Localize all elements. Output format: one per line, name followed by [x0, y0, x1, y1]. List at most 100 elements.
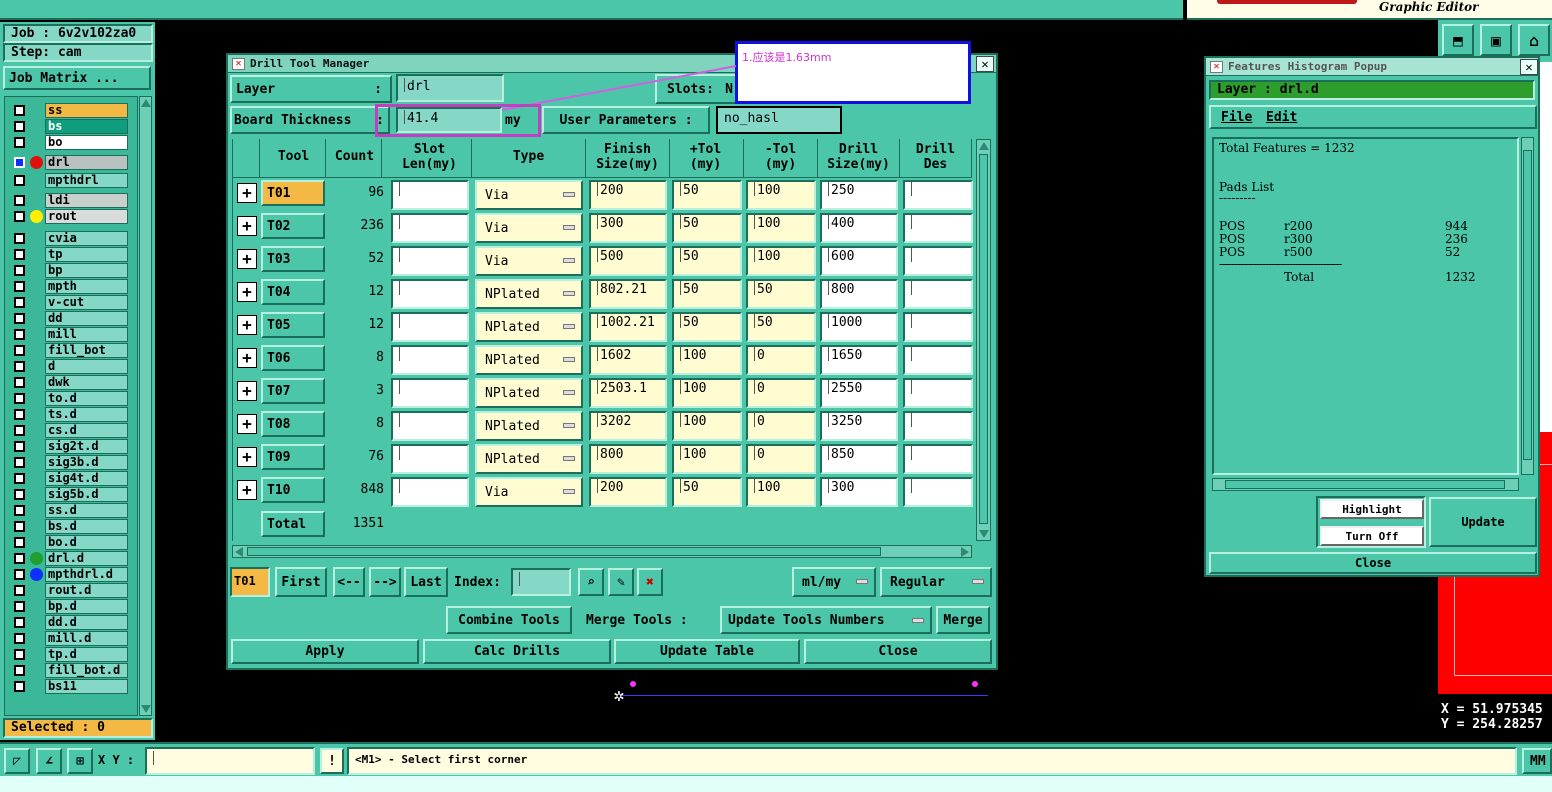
layer-row[interactable]: sig2t.d: [11, 439, 129, 454]
plus-tol-field[interactable]: 50: [672, 312, 742, 342]
histogram-vertical-scrollbar[interactable]: [1521, 137, 1534, 475]
layer-checkbox[interactable]: [14, 409, 25, 420]
layer-checkbox[interactable]: [14, 195, 25, 206]
layer-checkbox[interactable]: [14, 393, 25, 404]
plus-tol-field[interactable]: 100: [672, 378, 742, 408]
layer-checkbox[interactable]: [14, 441, 25, 452]
layer-name[interactable]: rout: [45, 209, 128, 224]
layer-list-scrollbar[interactable]: [139, 96, 152, 716]
layer-name[interactable]: mill.d: [45, 631, 128, 646]
plus-tol-field[interactable]: 50: [672, 180, 742, 210]
layer-name[interactable]: v-cut: [45, 295, 128, 310]
layer-name[interactable]: fill_bot.d: [45, 663, 128, 678]
plus-tol-field[interactable]: 100: [672, 444, 742, 474]
layer-name[interactable]: fill_bot: [45, 343, 128, 358]
user-parameters-field[interactable]: no_hasl: [716, 106, 842, 134]
slot-len-field[interactable]: [391, 411, 469, 441]
layer-row[interactable]: bs.d: [11, 519, 129, 534]
finish-size-field[interactable]: 802.21: [589, 279, 667, 309]
tool-button[interactable]: T02: [261, 213, 325, 239]
layer-row[interactable]: drl.d: [11, 551, 129, 566]
minus-tol-field[interactable]: 100: [746, 180, 816, 210]
close-icon[interactable]: ✕: [976, 56, 994, 72]
layer-row[interactable]: mill.d: [11, 631, 129, 646]
finish-size-field[interactable]: 500: [589, 246, 667, 276]
layer-name[interactable]: d: [45, 359, 128, 374]
layer-checkbox[interactable]: [14, 157, 25, 168]
finish-size-field[interactable]: 1002.21: [589, 312, 667, 342]
plus-tol-field[interactable]: 100: [672, 345, 742, 375]
layer-field[interactable]: drl: [396, 74, 504, 102]
plus-tol-field[interactable]: 100: [672, 411, 742, 441]
finish-size-field[interactable]: 3202: [589, 411, 667, 441]
layer-name[interactable]: tp.d: [45, 647, 128, 662]
layer-name[interactable]: sig3b.d: [45, 455, 128, 470]
minus-tol-field[interactable]: 50: [746, 279, 816, 309]
type-select[interactable]: NPlated: [475, 345, 583, 375]
layer-name[interactable]: bp.d: [45, 599, 128, 614]
tool-button[interactable]: T10: [261, 477, 325, 503]
drill-des-field[interactable]: [903, 213, 973, 243]
tool-button[interactable]: T06: [261, 345, 325, 371]
layer-checkbox[interactable]: [14, 361, 25, 372]
tool-button[interactable]: T05: [261, 312, 325, 338]
mode-select[interactable]: Regular: [880, 567, 992, 597]
alert-icon[interactable]: !: [320, 748, 344, 774]
drill-des-field[interactable]: [903, 312, 973, 342]
layer-row[interactable]: v-cut: [11, 295, 129, 310]
calc-drills-button[interactable]: Calc Drills: [423, 639, 611, 664]
layer-checkbox[interactable]: [14, 329, 25, 340]
layer-row[interactable]: d: [11, 359, 129, 374]
drill-size-field[interactable]: 800: [820, 279, 898, 309]
tool-button[interactable]: T08: [261, 411, 325, 437]
layer-row[interactable]: dd.d: [11, 615, 129, 630]
layer-checkbox[interactable]: [14, 137, 25, 148]
layer-name[interactable]: bs11: [45, 679, 128, 694]
close-icon[interactable]: ✕: [1520, 59, 1538, 75]
expand-row-icon[interactable]: +: [237, 348, 257, 368]
tool-button[interactable]: T04: [261, 279, 325, 305]
type-select[interactable]: NPlated: [475, 444, 583, 474]
layer-row[interactable]: mpthdrl.d: [11, 567, 129, 582]
next-button[interactable]: -->: [369, 567, 401, 597]
layer-name[interactable]: dd.d: [45, 615, 128, 630]
minus-tol-field[interactable]: 0: [746, 378, 816, 408]
combine-tools-button[interactable]: Combine Tools: [446, 606, 572, 634]
type-select[interactable]: NPlated: [475, 279, 583, 309]
layer-name[interactable]: bo: [45, 135, 128, 150]
layer-name[interactable]: ss.d: [45, 503, 128, 518]
layer-row[interactable]: sig4t.d: [11, 471, 129, 486]
prev-button[interactable]: <--: [333, 567, 365, 597]
tool-button[interactable]: T07: [261, 378, 325, 404]
file-menu[interactable]: File: [1221, 110, 1252, 125]
drill-size-field[interactable]: 2550: [820, 378, 898, 408]
layer-name[interactable]: tp: [45, 247, 128, 262]
grid-icon[interactable]: ⊞: [67, 748, 93, 774]
minus-tol-field[interactable]: 50: [746, 312, 816, 342]
layer-name[interactable]: ldi: [45, 193, 128, 208]
layer-row[interactable]: sig3b.d: [11, 455, 129, 470]
layer-row[interactable]: bs11: [11, 679, 129, 694]
layer-checkbox[interactable]: [14, 489, 25, 500]
type-select[interactable]: Via: [475, 477, 583, 507]
layer-checkbox[interactable]: [14, 649, 25, 660]
layer-checkbox[interactable]: [14, 297, 25, 308]
scroll-thumb[interactable]: [1225, 480, 1505, 489]
layer-row[interactable]: bo.d: [11, 535, 129, 550]
drill-size-field[interactable]: 1650: [820, 345, 898, 375]
drill-size-field[interactable]: 3250: [820, 411, 898, 441]
merge-button[interactable]: Merge: [936, 606, 990, 634]
drill-des-field[interactable]: [903, 444, 973, 474]
layer-checkbox[interactable]: [14, 281, 25, 292]
layer-checkbox[interactable]: [14, 665, 25, 676]
layer-checkbox[interactable]: [14, 265, 25, 276]
slot-len-field[interactable]: [391, 345, 469, 375]
update-button[interactable]: Update: [1429, 497, 1537, 547]
window-menu-icon[interactable]: ✕: [1210, 61, 1223, 73]
update-tools-numbers-select[interactable]: Update Tools Numbers: [720, 606, 932, 634]
layer-checkbox[interactable]: [14, 175, 25, 186]
minus-tol-field[interactable]: 100: [746, 246, 816, 276]
save-icon[interactable]: ⬒: [1442, 24, 1474, 56]
drill-size-field[interactable]: 400: [820, 213, 898, 243]
layer-row[interactable]: dd: [11, 311, 129, 326]
